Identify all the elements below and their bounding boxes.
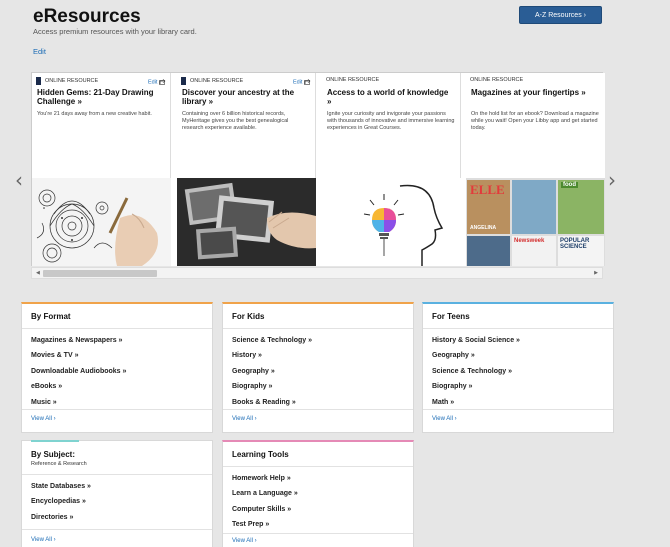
card-description: Containing over 6 billion historical rec… — [182, 111, 289, 131]
category-link[interactable]: Science & Technology » — [432, 364, 520, 379]
category-link[interactable]: Biography » — [432, 379, 520, 394]
magazine-label: ANGELINA — [470, 225, 497, 231]
category-box-by-subject: By Subject: Reference & Research State D… — [21, 440, 213, 547]
magazine-label: POPULAR SCIENCE — [560, 238, 590, 250]
category-link[interactable]: Geography » — [232, 364, 312, 379]
card-title[interactable]: Hidden Gems: 21-Day Drawing Challenge » — [37, 88, 165, 106]
edit-link[interactable]: Edit — [33, 47, 46, 56]
scrollbar-thumb[interactable] — [43, 270, 157, 277]
bookmark-icon — [36, 77, 41, 85]
resource-card[interactable]: ONLINE RESOURCE Access to a world of kno… — [322, 73, 461, 266]
category-link[interactable]: Magazines & Newspapers » — [31, 333, 126, 348]
card-tag: ONLINE RESOURCE — [190, 78, 244, 84]
page-title: eResources — [33, 6, 141, 27]
box-title: Learning Tools — [232, 450, 289, 459]
category-link[interactable]: State Databases » — [31, 479, 91, 494]
category-link[interactable]: Science & Technology » — [232, 333, 312, 348]
category-box-for-teens: For Teens History & Social Science » Geo… — [422, 302, 614, 433]
category-link[interactable]: History » — [232, 348, 312, 363]
category-link[interactable]: Movies & TV » — [31, 348, 126, 363]
box-subtitle: Reference & Research — [31, 461, 87, 467]
carousel-scrollbar[interactable]: ◀ ▶ — [31, 267, 603, 279]
carousel-next-icon[interactable]: › — [608, 168, 616, 192]
category-link[interactable]: Homework Help » — [232, 471, 298, 486]
card-edit-link[interactable]: Edit — [293, 79, 311, 85]
view-all-link[interactable]: View All › — [31, 537, 56, 543]
zentangle-drawing-image — [32, 178, 171, 266]
card-title[interactable]: Discover your ancestry at the library » — [182, 88, 310, 106]
category-link[interactable]: History & Social Science » — [432, 333, 520, 348]
card-title[interactable]: Magazines at your fingertips » — [471, 88, 599, 98]
category-link[interactable]: Encyclopedias » — [31, 494, 91, 509]
category-box-by-format: By Format Magazines & Newspapers » Movie… — [21, 302, 213, 433]
card-description: Ignite your curiosity and invigorate you… — [327, 111, 455, 131]
view-all-link[interactable]: View All › — [432, 416, 457, 422]
magazine-label: Newsweek — [514, 238, 545, 244]
category-link[interactable]: Learn a Language » — [232, 486, 298, 501]
share-icon — [159, 79, 166, 85]
box-title: For Teens — [432, 312, 470, 321]
category-box-learning-tools: Learning Tools Homework Help » Learn a L… — [222, 440, 414, 547]
category-link[interactable]: Downloadable Audiobooks » — [31, 364, 126, 379]
category-link[interactable]: eBooks » — [31, 379, 126, 394]
resource-carousel: ONLINE RESOURCE Edit Hidden Gems: 21-Day… — [31, 72, 605, 266]
resource-card[interactable]: ONLINE RESOURCE Edit Discover your ances… — [177, 73, 316, 266]
category-link[interactable]: Computer Skills » — [232, 502, 298, 517]
box-title: By Format — [31, 312, 71, 321]
category-link[interactable]: Directories » — [31, 510, 91, 525]
category-link[interactable]: Math » — [432, 395, 520, 410]
old-photographs-image — [177, 178, 316, 266]
box-title: For Kids — [232, 312, 265, 321]
category-link[interactable]: Biography » — [232, 379, 312, 394]
category-link[interactable]: Music » — [31, 395, 126, 410]
view-all-link[interactable]: View All › — [232, 538, 257, 544]
magazine-label: ELLE — [470, 182, 505, 197]
card-title[interactable]: Access to a world of knowledge » — [327, 88, 455, 106]
category-link[interactable]: Geography » — [432, 348, 520, 363]
scroll-left-icon[interactable]: ◀ — [36, 270, 40, 276]
magazine-covers-image: ELLE ANGELINA food Newsweek POPULAR SCIEN… — [466, 178, 605, 266]
carousel-prev-icon[interactable]: ‹ — [15, 168, 23, 192]
page-subtitle: Access premium resources with your libra… — [33, 27, 197, 36]
card-tag: ONLINE RESOURCE — [326, 77, 380, 83]
lightbulb-head-image — [322, 178, 461, 266]
category-link[interactable]: Test Prep » — [232, 517, 298, 532]
share-icon — [304, 79, 311, 85]
card-edit-link[interactable]: Edit — [148, 79, 166, 85]
view-all-link[interactable]: View All › — [232, 416, 257, 422]
category-link[interactable]: Books & Reading » — [232, 395, 312, 410]
scroll-right-icon[interactable]: ▶ — [594, 270, 598, 276]
card-tag: ONLINE RESOURCE — [470, 77, 524, 83]
accent-bar — [31, 440, 79, 442]
resource-card[interactable]: ONLINE RESOURCE Edit Hidden Gems: 21-Day… — [32, 73, 171, 266]
category-box-for-kids: For Kids Science & Technology » History … — [222, 302, 414, 433]
magazine-label: food — [561, 182, 578, 188]
card-description: On the hold list for an ebook? Download … — [471, 111, 599, 131]
card-tag: ONLINE RESOURCE — [45, 78, 99, 84]
resource-card[interactable]: ONLINE RESOURCE Magazines at your finger… — [466, 73, 605, 266]
card-description: You're 21 days away from a new creative … — [37, 111, 152, 117]
box-title: By Subject: — [31, 450, 76, 459]
bookmark-icon — [181, 77, 186, 85]
az-resources-button[interactable]: A-Z Resources › — [519, 6, 602, 24]
view-all-link[interactable]: View All › — [31, 416, 56, 422]
